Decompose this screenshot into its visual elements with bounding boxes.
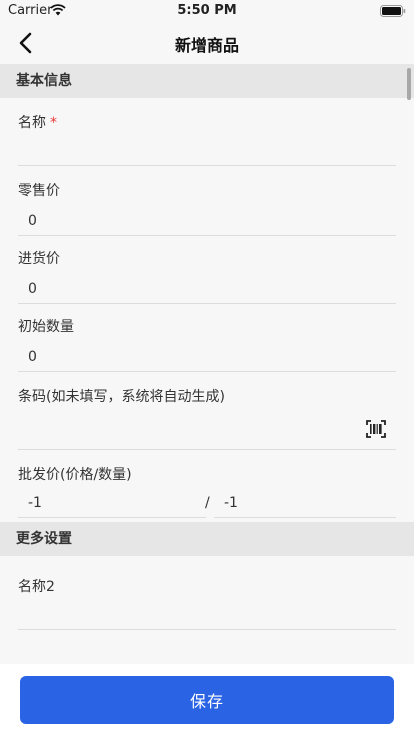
field-name2: 名称2 xyxy=(0,556,414,632)
wholesale-price-label: 批发价(价格/数量) xyxy=(18,467,132,483)
purchase-price-input[interactable] xyxy=(18,274,396,304)
status-bar: Carrier 5:50 PM xyxy=(0,0,414,22)
scrollbar[interactable] xyxy=(407,68,411,100)
wholesale-quantity-input[interactable] xyxy=(214,488,396,518)
field-initial-quantity: 初始数量 xyxy=(0,304,414,372)
barcode-input[interactable] xyxy=(18,414,396,450)
footer: 保存 xyxy=(0,664,414,736)
barcode-scan-icon[interactable] xyxy=(366,420,386,438)
name2-input[interactable] xyxy=(18,598,396,630)
field-barcode: 条码(如未填写，系统将自动生成) xyxy=(0,372,414,452)
section-header-basic: 基本信息 xyxy=(0,64,414,98)
status-time: 5:50 PM xyxy=(177,3,237,18)
barcode-label: 条码(如未填写，系统将自动生成) xyxy=(18,389,225,405)
purchase-price-label: 进货价 xyxy=(18,251,60,267)
save-button[interactable]: 保存 xyxy=(20,676,394,724)
section-header-more: 更多设置 xyxy=(0,522,414,556)
field-name: 名称 * xyxy=(0,98,414,168)
name-input[interactable] xyxy=(18,138,396,166)
required-mark: * xyxy=(50,115,57,131)
wholesale-price-input[interactable] xyxy=(18,488,206,518)
form-scroll-area[interactable]: 基本信息 名称* 零售价 进货价 初始数量 条码(如未填写，系统将自动生成) xyxy=(0,64,414,664)
page-title: 新增商品 xyxy=(174,36,239,55)
name2-label: 名称2 xyxy=(18,579,55,595)
retail-price-label: 零售价 xyxy=(18,183,60,199)
wholesale-separator: / xyxy=(205,495,210,511)
field-wholesale-price: 批发价(价格/数量) / xyxy=(0,452,414,522)
field-retail-price: 零售价 xyxy=(0,168,414,236)
initial-quantity-label: 初始数量 xyxy=(18,319,74,335)
battery-icon xyxy=(380,5,406,17)
name-label: 名称 * xyxy=(18,115,57,131)
field-purchase-price: 进货价 xyxy=(0,236,414,304)
navigation-bar: 新增商品 xyxy=(0,22,414,64)
initial-quantity-input[interactable] xyxy=(18,342,396,372)
retail-price-input[interactable] xyxy=(18,206,396,236)
